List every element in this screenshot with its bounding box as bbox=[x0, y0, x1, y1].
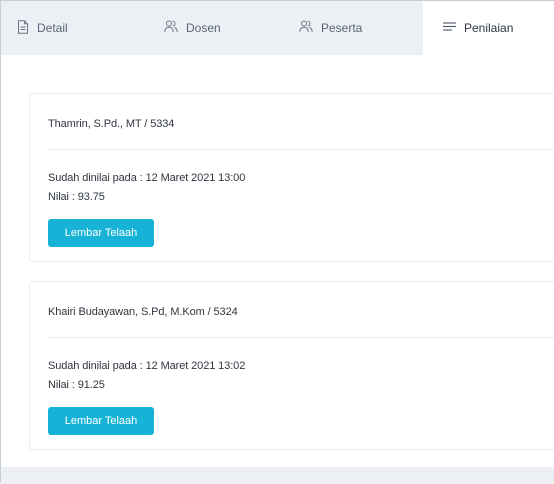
penilaian-panel: Thamrin, S.Pd., MT / 5334 Sudah dinilai … bbox=[1, 55, 554, 467]
users-icon bbox=[299, 20, 321, 36]
users-icon bbox=[164, 20, 186, 36]
window-frame: Detail Dosen Peserta Penilaian Thamrin, … bbox=[0, 0, 554, 484]
tab-penilaian-label: Penilaian bbox=[464, 21, 514, 35]
card-divider bbox=[48, 149, 554, 150]
assessed-date: Sudah dinilai pada : 12 Maret 2021 13:02 bbox=[48, 360, 246, 372]
assessment-card: Thamrin, S.Pd., MT / 5334 Sudah dinilai … bbox=[29, 93, 554, 262]
tab-penilaian[interactable]: Penilaian bbox=[423, 1, 554, 55]
assessor-name: Khairi Budayawan, S.Pd, M.Kom / 5324 bbox=[48, 306, 238, 318]
assessed-date: Sudah dinilai pada : 12 Maret 2021 13:00 bbox=[48, 172, 246, 184]
score-value: Nilai : 93.75 bbox=[48, 191, 105, 203]
tab-peserta[interactable]: Peserta bbox=[299, 1, 362, 55]
card-divider bbox=[48, 337, 554, 338]
tab-dosen-label: Dosen bbox=[186, 21, 221, 35]
footer-band bbox=[1, 467, 554, 484]
tab-detail[interactable]: Detail bbox=[17, 1, 68, 55]
lines-icon bbox=[443, 21, 464, 35]
assessment-card: Khairi Budayawan, S.Pd, M.Kom / 5324 Sud… bbox=[29, 281, 554, 450]
assessor-name: Thamrin, S.Pd., MT / 5334 bbox=[48, 118, 175, 130]
tab-detail-label: Detail bbox=[37, 21, 68, 35]
lembar-telaah-button[interactable]: Lembar Telaah bbox=[48, 219, 154, 247]
tab-bar: Detail Dosen Peserta Penilaian bbox=[1, 1, 554, 55]
document-icon bbox=[17, 19, 37, 37]
tab-dosen[interactable]: Dosen bbox=[164, 1, 221, 55]
lembar-telaah-button[interactable]: Lembar Telaah bbox=[48, 407, 154, 435]
tab-peserta-label: Peserta bbox=[321, 21, 363, 35]
score-value: Nilai : 91.25 bbox=[48, 379, 105, 391]
